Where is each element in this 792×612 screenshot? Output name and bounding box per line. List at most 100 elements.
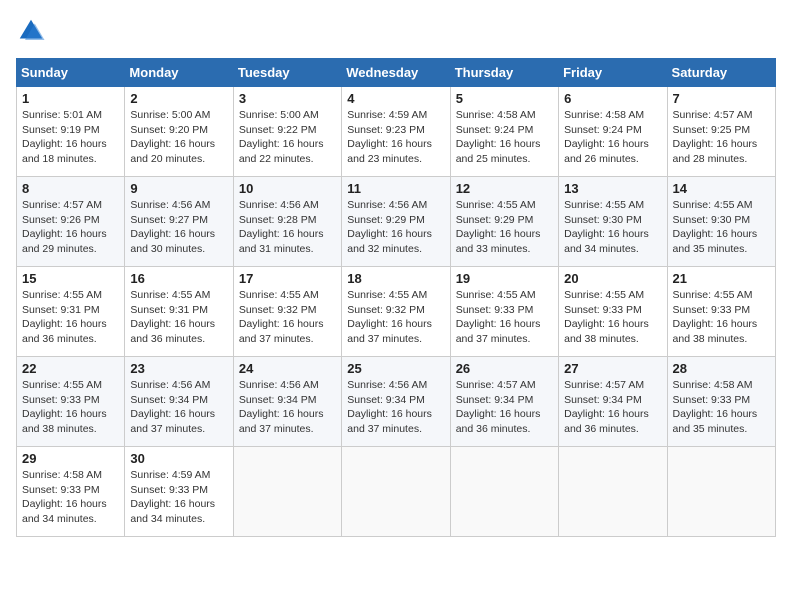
sunrise-label: Sunrise: 4:57 AM bbox=[564, 379, 644, 391]
day-info: Sunrise: 4:58 AMSunset: 9:24 PMDaylight:… bbox=[564, 108, 661, 167]
sunrise-label: Sunrise: 4:55 AM bbox=[673, 199, 753, 211]
day-number: 8 bbox=[22, 181, 119, 196]
day-info: Sunrise: 4:56 AMSunset: 9:34 PMDaylight:… bbox=[130, 378, 227, 437]
calendar-cell: 30Sunrise: 4:59 AMSunset: 9:33 PMDayligh… bbox=[125, 447, 233, 537]
sunset-label: Sunset: 9:33 PM bbox=[564, 304, 642, 316]
day-info: Sunrise: 4:55 AMSunset: 9:33 PMDaylight:… bbox=[22, 378, 119, 437]
day-info: Sunrise: 4:56 AMSunset: 9:27 PMDaylight:… bbox=[130, 198, 227, 257]
sunrise-label: Sunrise: 4:55 AM bbox=[456, 199, 536, 211]
daylight-label: Daylight: 16 hours and 34 minutes. bbox=[564, 228, 649, 255]
sunrise-label: Sunrise: 4:58 AM bbox=[456, 109, 536, 121]
calendar-cell: 3Sunrise: 5:00 AMSunset: 9:22 PMDaylight… bbox=[233, 87, 341, 177]
calendar-cell: 12 Sunrise: 4:55 AMSunset: 9:29 PMDayligh… bbox=[450, 177, 558, 267]
calendar-week-row: 22Sunrise: 4:55 AMSunset: 9:33 PMDayligh… bbox=[17, 357, 776, 447]
sunrise-label: Sunrise: 4:58 AM bbox=[22, 469, 102, 481]
day-info: Sunrise: 4:55 AM Sunset: 9:31 PM Daylight:… bbox=[22, 288, 119, 347]
calendar-cell bbox=[559, 447, 667, 537]
sunrise-label: Sunrise: 4:55 AM bbox=[239, 289, 319, 301]
sunrise-label: Sunrise: 4:58 AM bbox=[673, 379, 753, 391]
day-info: Sunrise: 4:57 AMSunset: 9:34 PMDaylight:… bbox=[456, 378, 553, 437]
sunset-label: Sunset: 9:23 PM bbox=[347, 124, 425, 136]
calendar-cell: 26 Sunrise: 4:57 AMSunset: 9:34 PMDayligh… bbox=[450, 357, 558, 447]
sunset-label: Sunset: 9:33 PM bbox=[673, 394, 751, 406]
day-number: 26 bbox=[456, 361, 553, 376]
sunset-label: Sunset: 9:33 PM bbox=[22, 484, 100, 496]
day-info: Sunrise: 4:55 AM Sunset: 9:30 PM Daylight:… bbox=[564, 198, 661, 257]
sunrise-label: Sunrise: 4:59 AM bbox=[130, 469, 210, 481]
day-number: 14 bbox=[673, 181, 770, 196]
sunset-label: Sunset: 9:31 PM bbox=[22, 304, 100, 316]
sunrise-label: Sunrise: 4:55 AM bbox=[456, 289, 536, 301]
calendar-cell: 14Sunrise: 4:55 AMSunset: 9:30 PMDayligh… bbox=[667, 177, 775, 267]
daylight-label: Daylight: 16 hours and 36 minutes. bbox=[456, 408, 541, 435]
day-info: Sunrise: 5:00 AMSunset: 9:20 PMDaylight:… bbox=[130, 108, 227, 167]
daylight-label: Daylight: 16 hours and 36 minutes. bbox=[22, 318, 107, 345]
day-info: Sunrise: 4:55 AMSunset: 9:32 PMDaylight:… bbox=[347, 288, 444, 347]
day-number: 2 bbox=[130, 91, 227, 106]
daylight-label: Daylight: 16 hours and 38 minutes. bbox=[673, 318, 758, 345]
sunset-label: Sunset: 9:33 PM bbox=[673, 304, 751, 316]
calendar-cell: 22Sunrise: 4:55 AMSunset: 9:33 PMDayligh… bbox=[17, 357, 125, 447]
calendar-cell: 13Sunrise: 4:55 AMSunset: 9:30 PMDayligh… bbox=[559, 177, 667, 267]
calendar-week-row: 1Sunrise: 5:01 AMSunset: 9:19 PMDaylight… bbox=[17, 87, 776, 177]
daylight-label: Daylight: 16 hours and 35 minutes. bbox=[673, 228, 758, 255]
daylight-label: Daylight: 16 hours and 38 minutes. bbox=[564, 318, 649, 345]
sunset-label: Sunset: 9:33 PM bbox=[22, 394, 100, 406]
sunrise-label: Sunrise: 5:01 AM bbox=[22, 109, 102, 121]
sunset-label: Sunset: 9:34 PM bbox=[347, 394, 425, 406]
sunset-label: Sunset: 9:30 PM bbox=[564, 214, 642, 226]
sunrise-label: Sunrise: 4:55 AM bbox=[22, 289, 102, 301]
sunrise-label: Sunrise: 4:55 AM bbox=[673, 289, 753, 301]
daylight-label: Daylight: 16 hours and 28 minutes. bbox=[673, 138, 758, 165]
calendar-cell: 28Sunrise: 4:58 AMSunset: 9:33 PMDayligh… bbox=[667, 357, 775, 447]
sunrise-label: Sunrise: 5:00 AM bbox=[130, 109, 210, 121]
sunset-label: Sunset: 9:33 PM bbox=[130, 484, 208, 496]
calendar-cell: 25Sunrise: 4:56 AMSunset: 9:34 PMDayligh… bbox=[342, 357, 450, 447]
day-number: 6 bbox=[564, 91, 661, 106]
day-info: Sunrise: 4:58 AMSunset: 9:24 PMDaylight:… bbox=[456, 108, 553, 167]
sunset-label: Sunset: 9:24 PM bbox=[456, 124, 534, 136]
calendar-cell: 20Sunrise: 4:55 AMSunset: 9:33 PMDayligh… bbox=[559, 267, 667, 357]
day-number: 27 bbox=[564, 361, 661, 376]
sunset-label: Sunset: 9:25 PM bbox=[673, 124, 751, 136]
sunrise-label: Sunrise: 4:55 AM bbox=[564, 289, 644, 301]
day-info: Sunrise: 4:56 AMSunset: 9:34 PMDaylight:… bbox=[347, 378, 444, 437]
day-number: 29 bbox=[22, 451, 119, 466]
day-info: Sunrise: 4:57 AMSunset: 9:26 PMDaylight:… bbox=[22, 198, 119, 257]
day-number: 12 bbox=[456, 181, 553, 196]
day-info: Sunrise: 5:00 AMSunset: 9:22 PMDaylight:… bbox=[239, 108, 336, 167]
calendar-cell: 5Sunrise: 4:58 AMSunset: 9:24 PMDaylight… bbox=[450, 87, 558, 177]
sunrise-label: Sunrise: 4:55 AM bbox=[564, 199, 644, 211]
day-number: 30 bbox=[130, 451, 227, 466]
sunrise-label: Sunrise: 4:58 AM bbox=[564, 109, 644, 121]
sunset-label: Sunset: 9:19 PM bbox=[22, 124, 100, 136]
daylight-label: Daylight: 16 hours and 33 minutes. bbox=[456, 228, 541, 255]
daylight-label: Daylight: 16 hours and 37 minutes. bbox=[239, 408, 324, 435]
sunset-label: Sunset: 9:27 PM bbox=[130, 214, 208, 226]
sunrise-label: Sunrise: 5:00 AM bbox=[239, 109, 319, 121]
day-info: Sunrise: 4:57 AMSunset: 9:25 PMDaylight:… bbox=[673, 108, 770, 167]
calendar-header-row: SundayMondayTuesdayWednesdayThursdayFrid… bbox=[17, 59, 776, 87]
day-number: 9 bbox=[130, 181, 227, 196]
calendar-week-row: 29Sunrise: 4:58 AMSunset: 9:33 PMDayligh… bbox=[17, 447, 776, 537]
calendar-week-row: 15Sunrise: 4:55 AMSunset: 9:31 PMDayligh… bbox=[17, 267, 776, 357]
day-info: Sunrise: 5:01 AMSunset: 9:19 PMDaylight:… bbox=[22, 108, 119, 167]
day-info: Sunrise: 4:55 AMSunset: 9:29 PMDaylight:… bbox=[456, 198, 553, 257]
day-number: 19 bbox=[456, 271, 553, 286]
day-info: Sunrise: 4:56 AMSunset: 9:28 PMDaylight:… bbox=[239, 198, 336, 257]
calendar-cell bbox=[450, 447, 558, 537]
calendar-cell: 10Sunrise: 4:56 AMSunset: 9:28 PMDayligh… bbox=[233, 177, 341, 267]
calendar-table: SundayMondayTuesdayWednesdayThursdayFrid… bbox=[16, 58, 776, 537]
column-header-wednesday: Wednesday bbox=[342, 59, 450, 87]
calendar-body: 1Sunrise: 5:01 AMSunset: 9:19 PMDaylight… bbox=[17, 87, 776, 537]
daylight-label: Daylight: 16 hours and 32 minutes. bbox=[347, 228, 432, 255]
day-info: Sunrise: 4:57 AMSunset: 9:34 PMDaylight:… bbox=[564, 378, 661, 437]
sunrise-label: Sunrise: 4:56 AM bbox=[239, 199, 319, 211]
day-number: 5 bbox=[456, 91, 553, 106]
calendar-cell: 9 Sunrise: 4:56 AMSunset: 9:27 PMDaylight… bbox=[125, 177, 233, 267]
calendar-cell: 2 Sunrise: 5:00 AMSunset: 9:20 PMDaylight… bbox=[125, 87, 233, 177]
day-info: Sunrise: 4:56 AMSunset: 9:34 PMDaylight:… bbox=[239, 378, 336, 437]
daylight-label: Daylight: 16 hours and 31 minutes. bbox=[239, 228, 324, 255]
sunset-label: Sunset: 9:34 PM bbox=[239, 394, 317, 406]
sunset-label: Sunset: 9:34 PM bbox=[456, 394, 534, 406]
